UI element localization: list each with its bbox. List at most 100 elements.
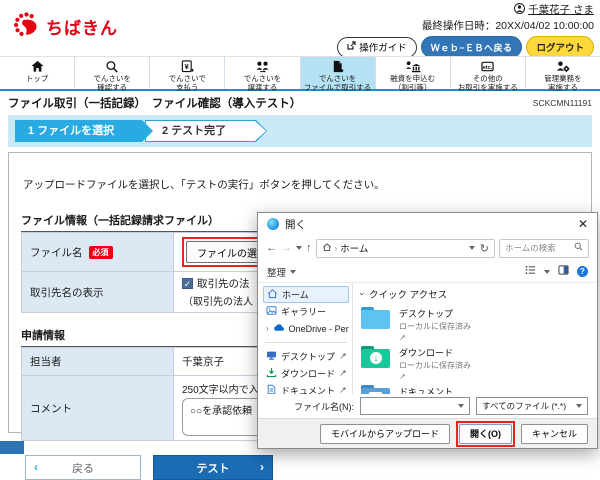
pin-icon — [399, 373, 406, 380]
mobile-upload-button[interactable]: モバイルからアップロード — [320, 424, 450, 444]
pin-icon — [339, 386, 347, 395]
collapse-chevron-icon: › — [358, 293, 368, 296]
nav-item-file-trade[interactable]: でんさいを ファイルで取引する — [301, 57, 376, 89]
download-icon — [266, 367, 277, 380]
view-chevron-icon[interactable] — [544, 270, 550, 274]
folder-document-icon — [361, 385, 390, 394]
refresh-icon[interactable]: ↻ — [480, 242, 489, 255]
yen-document-icon: ¥ — [180, 60, 194, 73]
search-icon — [105, 60, 119, 73]
pin-icon — [399, 334, 406, 341]
dialog-toolbar: 整理 ? — [258, 261, 597, 283]
chevron-right-icon: › — [260, 460, 264, 474]
sidebar-item-home[interactable]: ホーム — [263, 286, 349, 303]
nav-item-transfer[interactable]: でんさいを 譲渡する — [225, 57, 300, 89]
svg-text:etc.: etc. — [483, 65, 493, 71]
home-breadcrumb-icon — [322, 242, 332, 255]
search-icon — [574, 242, 583, 254]
nav-item-other[interactable]: etc. その他の お取引を実施する — [451, 57, 526, 89]
sidebar-item-onedrive[interactable]: › OneDrive - Pers — [263, 320, 349, 337]
search-placeholder: ホームの検索 — [505, 242, 574, 254]
expand-chevron-icon[interactable]: › — [266, 324, 269, 333]
back-arrow-icon[interactable]: ← — [266, 242, 277, 254]
last-operation-time: 最終操作日時：20XX/04/02 10:00:00 — [337, 18, 594, 33]
filename-input[interactable] — [360, 397, 470, 415]
chevron-left-icon: ‹ — [34, 460, 38, 474]
dialog-nav-row: ← → ↑ › ホーム ↻ ホームの検索 — [258, 235, 597, 261]
sidebar-item-downloads[interactable]: ダウンロード — [263, 365, 349, 382]
breadcrumb-separator: › — [335, 244, 338, 253]
file-name-label: ファイル名 — [30, 247, 83, 259]
dialog-sidebar: ホーム ギャラリー › OneDrive - Pers デスクトップ ダウンロー… — [258, 283, 353, 394]
back-button[interactable]: ‹ 戻る — [25, 455, 141, 480]
pin-icon — [339, 352, 347, 362]
address-bar[interactable]: › ホーム ↻ — [316, 239, 496, 258]
list-item-documents[interactable]: ドキュメント ローカルに保存済み — [361, 385, 589, 394]
sidebar-separator — [265, 342, 347, 343]
test-button[interactable]: テスト › — [153, 455, 273, 480]
preview-panel-icon[interactable] — [558, 265, 569, 278]
filetype-select[interactable]: すべてのファイル (*.*) — [476, 397, 588, 415]
guide-button[interactable]: 操作ガイド — [337, 37, 417, 58]
folder-icon — [361, 307, 390, 329]
page-title: ファイル取引（一括記録） ファイル確認（導入テスト） — [8, 95, 301, 111]
gallery-icon — [266, 305, 277, 318]
web-eb-back-button[interactable]: Ｗｅｂ−ＥＢへ戻る — [421, 36, 523, 58]
nav-item-pay[interactable]: ¥ でんさいで 支払う — [150, 57, 225, 89]
pin-icon — [339, 369, 347, 379]
forward-arrow-icon[interactable]: → — [281, 242, 292, 254]
breadcrumb-home[interactable]: ホーム — [340, 241, 368, 255]
step-1-select-file: 1 ファイルを選択 — [15, 120, 153, 142]
desktop-icon — [266, 350, 277, 363]
file-arrow-icon — [331, 60, 344, 73]
sidebar-item-desktop[interactable]: デスクトップ — [263, 348, 349, 365]
nav-item-confirm[interactable]: でんさいを 確認する — [75, 57, 150, 89]
user-icon — [514, 3, 525, 17]
bank-logo-icon — [13, 11, 40, 41]
transfer-people-icon — [255, 60, 270, 73]
dialog-titlebar[interactable]: 開く ✕ — [258, 213, 597, 235]
chevron-down-icon — [458, 404, 464, 408]
address-chevron-icon[interactable] — [469, 246, 475, 250]
dialog-title: 開く — [285, 217, 306, 232]
required-badge: 必須 — [89, 246, 113, 259]
home-icon — [30, 60, 45, 73]
open-button[interactable]: 開く(O) — [459, 424, 512, 444]
comment-label: コメント — [30, 403, 72, 415]
svg-text:¥: ¥ — [185, 62, 190, 71]
partner-checkbox[interactable]: ✓ — [182, 278, 193, 289]
page: { "colors": { "brand_red": "#e60012", "a… — [0, 0, 600, 454]
logout-button[interactable]: ログアウト — [526, 36, 594, 58]
step-2-test-complete: 2 テスト完了 — [145, 120, 267, 142]
header: ちばきん 千葉花子 さま 最終操作日時：20XX/04/02 10:00:00 … — [0, 0, 600, 56]
sidebar-item-documents[interactable]: ドキュメント — [263, 382, 349, 394]
chevron-down-icon — [576, 404, 582, 408]
bank-logo-text: ちばきん — [46, 14, 118, 39]
staff-label: 担当者 — [30, 356, 62, 368]
history-chevron-icon[interactable] — [296, 246, 302, 250]
nav-item-top[interactable]: トップ — [0, 57, 75, 89]
instruction-text: アップロードファイルを選択し、「テストの実行」ボタンを押してください。 — [23, 177, 579, 192]
nav-item-admin[interactable]: 管理業務を 実施する — [526, 57, 600, 89]
up-arrow-icon[interactable]: ↑ — [306, 242, 312, 254]
list-item-downloads[interactable]: ↓ ダウンロード ローカルに保存済み — [361, 346, 589, 379]
home-icon — [267, 288, 278, 301]
user-name[interactable]: 千葉花子 さま — [528, 2, 594, 17]
dialog-filename-row: ファイル名(N): すべてのファイル (*.*) — [258, 394, 597, 418]
sidebar-item-gallery[interactable]: ギャラリー — [263, 303, 349, 320]
nav-item-loan[interactable]: 融資を申込む （割引等） — [376, 57, 451, 89]
organize-menu[interactable]: 整理 — [267, 265, 296, 279]
cancel-button[interactable]: キャンセル — [521, 424, 588, 444]
quick-access-header[interactable]: › クイック アクセス — [361, 287, 589, 301]
edge-browser-icon — [267, 218, 279, 230]
folder-download-icon: ↓ — [361, 346, 390, 368]
help-icon[interactable]: ? — [577, 266, 588, 277]
partner-checkbox-label: 取引先の法 — [197, 276, 250, 291]
staff-value: 千葉京子 — [182, 356, 224, 368]
view-options-icon[interactable] — [525, 265, 536, 278]
dialog-body: ホーム ギャラリー › OneDrive - Pers デスクトップ ダウンロー… — [258, 283, 597, 394]
bank-logo: ちばきん — [13, 11, 118, 41]
close-icon[interactable]: ✕ — [578, 218, 588, 230]
search-input[interactable]: ホームの検索 — [499, 239, 589, 258]
list-item-desktop[interactable]: デスクトップ ローカルに保存済み — [361, 307, 589, 340]
